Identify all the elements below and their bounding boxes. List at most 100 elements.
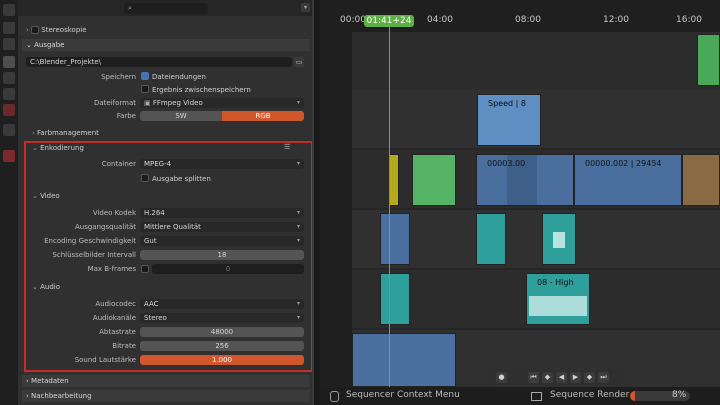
encoding-speed-label: Encoding Geschwindigkeit [44,237,136,245]
tool-tab-icon[interactable] [3,22,15,34]
render-progress-fill [630,391,635,401]
audiocodec-select[interactable]: AAC ▾ [140,299,304,309]
bframes-field[interactable]: 0 [152,264,304,274]
output-path-input[interactable]: C:\Blender_Projekte\ [26,57,292,67]
stereoskopie-panel[interactable]: › Stereoskopie [26,24,310,36]
chevron-right-icon: › [26,392,32,400]
volume-slider[interactable]: 1.000 [140,355,304,365]
collection-tab-icon[interactable] [3,124,15,136]
chevron-down-icon[interactable]: ▾ [301,3,310,12]
dateiformat-value: FFmpeg Video [152,99,203,107]
record-button[interactable]: ● [496,372,507,383]
audio-section-label: Audio [40,283,60,291]
preset-menu-icon[interactable]: ☰ [284,143,290,151]
folder-icon[interactable]: ▭ [294,57,304,67]
chevron-down-icon: ▾ [296,300,300,307]
output-section-header[interactable]: ⌄ Ausgabe [22,39,310,51]
ruler-tick-label: 08:00 [515,15,541,25]
metadaten-label: Metadaten [31,377,69,385]
audio-section-header[interactable]: ⌄ Audio [32,281,302,293]
bitrate-field[interactable]: 256 [140,341,304,351]
ruler-tick-label: 12:00 [603,15,629,25]
current-frame-indicator[interactable]: 01:41+24 [364,15,414,27]
nachbearbeitung-label: Nachbearbeitung [31,392,92,400]
sound-strip[interactable]: 08 - High [526,273,590,325]
dateiendungen-checkbox[interactable] [141,72,149,80]
view-layer-tab-icon[interactable] [3,72,15,84]
dateiformat-select[interactable]: ▣ FFmpeg Video ▾ [140,98,304,108]
properties-header: ⌕ ▾ [18,0,314,16]
film-icon: ▣ [144,99,153,107]
scene-tab-icon[interactable] [3,88,15,100]
output-tab-icon[interactable] [3,56,15,68]
chevron-down-icon: ▾ [296,314,300,321]
sound-strip[interactable] [542,213,576,265]
samplerate-label: Abtastrate [99,328,136,336]
audio-channels-label: Audiokanäle [92,314,136,322]
playhead-line [389,26,390,387]
jump-keyframe-forward-button[interactable]: ◆ [584,372,595,383]
editor-type-icon[interactable] [3,4,15,16]
stereoskopie-label: Stereoskopie [41,26,87,34]
speed-strip[interactable]: Speed | 8 [477,94,541,146]
jump-start-button[interactable]: ⏮ [528,372,539,383]
movie-strip[interactable]: 00003.00 [476,154,574,206]
output-section-label: Ausgabe [34,41,65,49]
chevron-down-icon: ⌄ [26,41,32,49]
context-menu-hint: Sequencer Context Menu [346,390,460,400]
channel-region [320,32,352,387]
video-section-label: Video [40,192,60,200]
codec-select[interactable]: H.264 ▾ [140,208,304,218]
quality-select[interactable]: Mittlere Qualität ▾ [140,222,304,232]
bframes-checkbox[interactable] [141,265,149,273]
encoding-speed-select[interactable]: Gut ▾ [140,236,304,246]
keyframe-interval-field[interactable]: 18 [140,250,304,260]
volume-label: Sound Lautstärke [74,356,136,364]
waveform [553,232,565,248]
farbe-rgb-button[interactable]: RGB [222,111,304,121]
metadaten-panel[interactable]: › Metadaten [22,375,310,387]
mouse-icon [330,391,339,402]
play-reverse-button[interactable]: ◀ [556,372,567,383]
sound-strip[interactable] [476,213,506,265]
chevron-right-icon: › [26,26,29,34]
movie-strip[interactable]: 00000.002 | 29454 [574,154,682,206]
farbmanagement-label: Farbmanagement [37,129,99,137]
sound-strip[interactable] [380,273,410,325]
ergebnis-checkbox[interactable] [141,85,149,93]
keyframe-interval-label: Schlüsselbilder Intervall [52,251,136,259]
color-strip[interactable] [697,34,720,86]
bframes-label: Max B-frames [87,265,136,273]
video-section-header[interactable]: ⌄ Video [32,190,302,202]
audiocodec-value: AAC [144,300,159,308]
render-tab-icon[interactable] [3,38,15,50]
ruler-tick-label: 04:00 [427,15,453,25]
quality-label: Ausgangsqualität [75,223,136,231]
audio-channels-select[interactable]: Stereo ▾ [140,313,304,323]
properties-search-input[interactable]: ⌕ [124,3,208,14]
world-tab-icon[interactable] [3,104,15,116]
quality-value: Mittlere Qualität [144,223,201,231]
render-icon [531,392,542,401]
ergebnis-label: Ergebnis zwischenspeichern [152,86,251,94]
chevron-down-icon: ⌄ [32,144,41,152]
texture-tab-icon[interactable] [3,150,15,162]
image-strip[interactable] [682,154,720,206]
samplerate-field[interactable]: 48000 [140,327,304,337]
ausgabe-splitten-checkbox[interactable] [141,174,149,182]
jump-keyframe-back-button[interactable]: ◆ [542,372,553,383]
farbe-sw-button[interactable]: SW [140,111,222,121]
jump-end-button[interactable]: ⏭ [598,372,609,383]
properties-tab-bar [0,0,18,405]
encoding-section-header[interactable]: ⌄ Enkodierung [32,142,302,154]
movie-strip[interactable] [352,333,456,387]
adjustment-strip[interactable] [389,154,399,206]
movie-strip[interactable] [380,213,410,265]
dateiformat-label: Dateiformat [93,99,136,107]
container-select[interactable]: MPEG-4 ▾ [140,159,304,169]
nachbearbeitung-panel[interactable]: › Nachbearbeitung [22,390,310,402]
farbmanagement-panel[interactable]: › Farbmanagement [32,127,302,139]
color-strip[interactable] [412,154,456,206]
stereoskopie-checkbox[interactable] [31,26,40,34]
play-button[interactable]: ▶ [570,372,581,383]
